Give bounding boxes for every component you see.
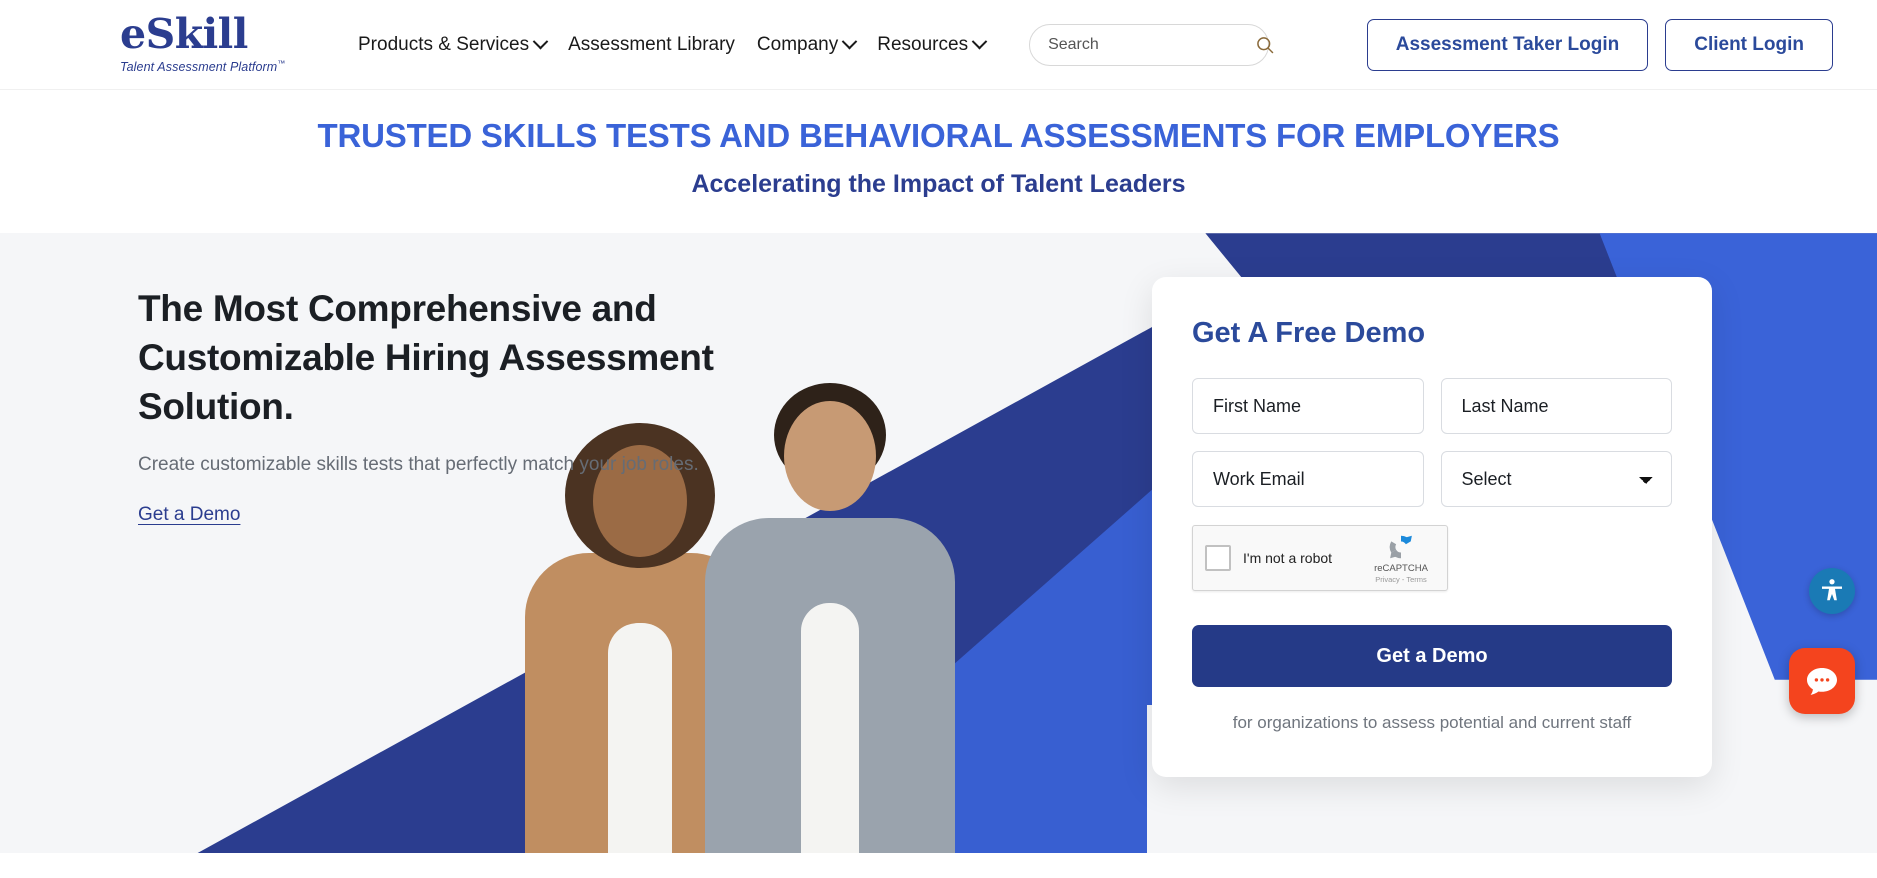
form-title: Get A Free Demo [1192, 317, 1426, 350]
hero-description: Create customizable skills tests that pe… [138, 453, 699, 475]
promo-banner: TRUSTED SKILLS TESTS AND BEHAVIORAL ASSE… [0, 90, 1877, 234]
role-select[interactable]: Select [1440, 451, 1672, 508]
trademark-symbol: ™ [277, 59, 286, 69]
page-title: The Most Comprehensive and Customizable … [138, 288, 714, 427]
recaptcha-brand: reCAPTCHA Privacy - Terms [1367, 532, 1435, 584]
last-name-field[interactable] [1440, 378, 1672, 435]
form-footnote: for organizations to assess potential an… [1232, 713, 1632, 733]
work-email-field[interactable] [1192, 451, 1424, 508]
chevron-down-icon [841, 33, 858, 50]
nav-item-assessment-library[interactable]: Assessment Library [568, 34, 735, 56]
nav-label: Resources [877, 33, 969, 55]
nav-label: Company [756, 33, 839, 55]
accessibility-icon [1822, 579, 1842, 601]
chat-button[interactable] [1789, 648, 1855, 714]
hero-copy: The Most Comprehensive and Customizable … [138, 285, 758, 525]
demo-form-card: Get A Free Demo Select I'm not a robot [1152, 277, 1712, 778]
nav-label: Assessment Library [568, 33, 735, 55]
accessibility-button[interactable] [1809, 568, 1855, 614]
nav-item-company[interactable]: Company [756, 33, 858, 56]
logo[interactable]: eSkill Talent Assessment Platform™ [120, 10, 310, 75]
form-row-email-select: Select [1192, 451, 1672, 508]
form-row-name [1192, 378, 1672, 435]
first-name-field[interactable] [1192, 378, 1424, 435]
recaptcha-brand-name: reCAPTCHA [1374, 563, 1428, 575]
header-actions: Assessment Taker Login Client Login [1366, 18, 1833, 71]
assessment-taker-login-button[interactable]: Assessment Taker Login [1366, 18, 1649, 71]
get-a-demo-link[interactable]: Get a Demo [138, 504, 240, 526]
logo-tagline: Talent Assessment Platform™ [120, 59, 286, 75]
recaptcha-label: I'm not a robot [1243, 550, 1333, 567]
recaptcha-terms[interactable]: Privacy - Terms [1367, 575, 1435, 584]
main-navigation: Products & Services Assessment Library C… [358, 33, 988, 56]
recaptcha-checkbox[interactable] [1205, 545, 1231, 572]
chat-bubble-icon [1807, 668, 1837, 695]
nav-label: Products & Services [358, 33, 530, 55]
chevron-down-icon [971, 33, 988, 50]
nav-item-products-services[interactable]: Products & Services [358, 33, 549, 56]
logo-wordmark: eSkill [120, 10, 248, 59]
chevron-down-icon [532, 33, 549, 50]
get-a-demo-submit-button[interactable]: Get a Demo [1192, 625, 1672, 688]
site-header: eSkill Talent Assessment Platform™ Produ… [0, 0, 1877, 90]
recaptcha-logo-icon [1389, 536, 1412, 559]
search-icon[interactable] [1255, 35, 1275, 55]
banner-subtitle: Accelerating the Impact of Talent Leader… [691, 170, 1186, 199]
banner-title: TRUSTED SKILLS TESTS AND BEHAVIORAL ASSE… [317, 117, 1560, 154]
client-login-button[interactable]: Client Login [1665, 18, 1833, 71]
search-input[interactable] [1048, 35, 1256, 54]
nav-item-resources[interactable]: Resources [877, 33, 988, 56]
hero-section: The Most Comprehensive and Customizable … [0, 233, 1877, 854]
search-box[interactable] [1029, 23, 1274, 66]
recaptcha-widget[interactable]: I'm not a robot reCAPTCHA Privacy - Term… [1192, 525, 1448, 592]
